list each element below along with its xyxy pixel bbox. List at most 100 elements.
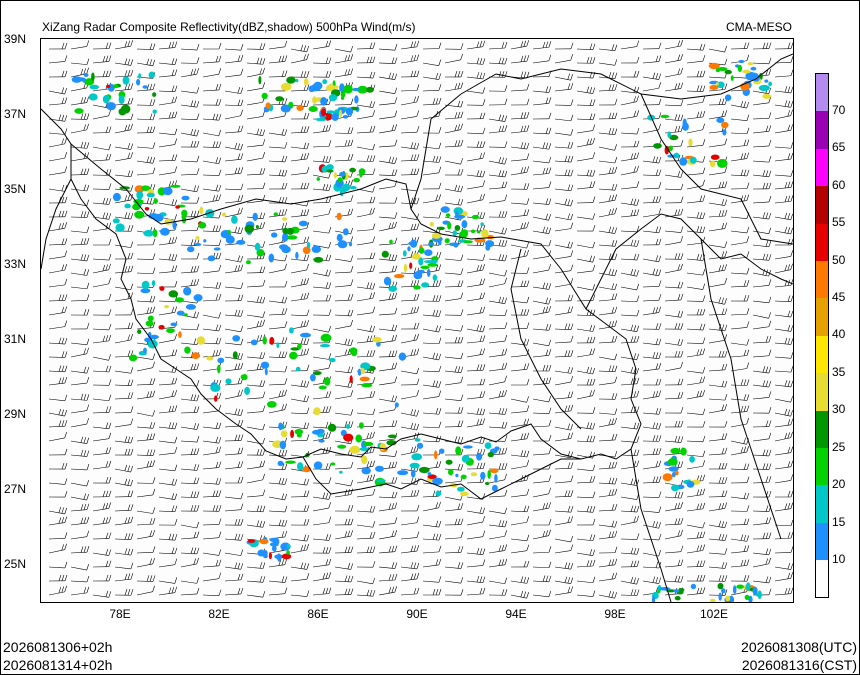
wind-barb [92, 422, 112, 430]
radar-echo [136, 78, 141, 86]
wind-barb [180, 278, 200, 288]
wind-barb [48, 337, 68, 345]
wind-barb [202, 83, 222, 92]
lon-label: 94E [505, 607, 527, 621]
wind-barb [532, 407, 552, 414]
wind-barb [114, 392, 134, 400]
wind-barb [202, 337, 222, 345]
wind-barb [444, 407, 464, 414]
wind-barb [224, 587, 244, 596]
wind-barb [532, 529, 551, 540]
radar-echo [217, 357, 225, 364]
wind-barb [730, 294, 750, 302]
wind-barb [400, 516, 420, 526]
wind-barb [48, 166, 68, 176]
radar-echo [758, 84, 770, 92]
wind-barb [246, 279, 266, 288]
radar-echo [152, 109, 157, 114]
wind-barb [158, 547, 178, 555]
wind-barb [708, 198, 728, 206]
wind-barb [92, 323, 112, 331]
radar-echo [213, 247, 221, 251]
wind-barb [422, 588, 442, 596]
radar-echo [673, 589, 680, 593]
wind-barb [554, 73, 573, 81]
wind-barb [708, 562, 728, 569]
wind-barb [114, 464, 133, 473]
radar-echo [199, 206, 204, 215]
wind-barb [378, 292, 398, 302]
wind-barb [158, 96, 178, 106]
wind-barb [290, 182, 310, 190]
radar-echo [102, 95, 110, 104]
wind-barb [180, 406, 200, 414]
wind-barb [224, 142, 243, 151]
radar-echo [247, 539, 256, 543]
wind-barb [532, 263, 552, 274]
wind-barb [114, 152, 134, 162]
wind-barb [466, 127, 486, 135]
wind-barb [202, 446, 222, 456]
radar-echo [357, 368, 362, 376]
wind-barb [466, 87, 486, 94]
wind-barb [708, 350, 728, 358]
wind-barb [246, 562, 266, 569]
wind-barb [422, 42, 442, 50]
radar-echo [175, 205, 180, 209]
wind-barb [114, 406, 134, 414]
wind-barb [334, 195, 354, 204]
wind-barb [576, 224, 596, 232]
radar-echo [152, 229, 158, 238]
wind-barb [180, 448, 200, 456]
wind-barb [554, 432, 574, 442]
wind-barb [400, 40, 420, 50]
wind-barb [334, 139, 354, 148]
wind-barb [70, 184, 90, 192]
wind-barb [378, 57, 398, 64]
wind-barb [774, 446, 793, 456]
wind-barb [664, 293, 684, 302]
wind-barb [48, 351, 68, 358]
wind-barb [774, 562, 793, 570]
wind-barb [400, 531, 420, 540]
wind-barb [334, 266, 354, 274]
radar-echo [311, 245, 321, 253]
wind-barb [752, 156, 772, 163]
wind-barb [268, 142, 288, 149]
radar-echo [262, 336, 267, 345]
wind-barb [180, 380, 200, 387]
wind-barb [356, 325, 375, 333]
wind-barb [92, 516, 112, 526]
wind-barb [488, 530, 508, 540]
wind-barb [510, 544, 530, 554]
wind-barb [510, 153, 530, 162]
radar-echo [91, 72, 95, 81]
wind-barb [334, 504, 354, 512]
wind-barb [730, 268, 750, 275]
wind-barb [576, 255, 595, 263]
colorbar-segment [816, 186, 828, 224]
wind-barb [708, 181, 728, 190]
wind-barb [774, 142, 793, 149]
wind-barb [576, 559, 596, 568]
wind-barb [136, 507, 156, 514]
wind-barb [642, 422, 662, 430]
wind-barb [642, 561, 662, 569]
radar-echo [115, 223, 125, 232]
wind-barb [400, 126, 420, 134]
wind-barb [202, 572, 222, 582]
wind-barb [532, 419, 552, 428]
wind-barb [378, 44, 398, 51]
wind-barb [400, 70, 420, 78]
radar-echo [421, 282, 430, 288]
wind-barb [202, 68, 222, 78]
wind-barb [686, 587, 706, 596]
wind-barb [554, 423, 573, 431]
wind-barb [510, 338, 530, 346]
wind-barb [312, 572, 332, 582]
wind-barb [532, 142, 552, 150]
wind-barb [488, 57, 508, 65]
radar-echo [383, 276, 392, 286]
radar-echo [448, 468, 454, 476]
wind-barb [576, 43, 596, 50]
